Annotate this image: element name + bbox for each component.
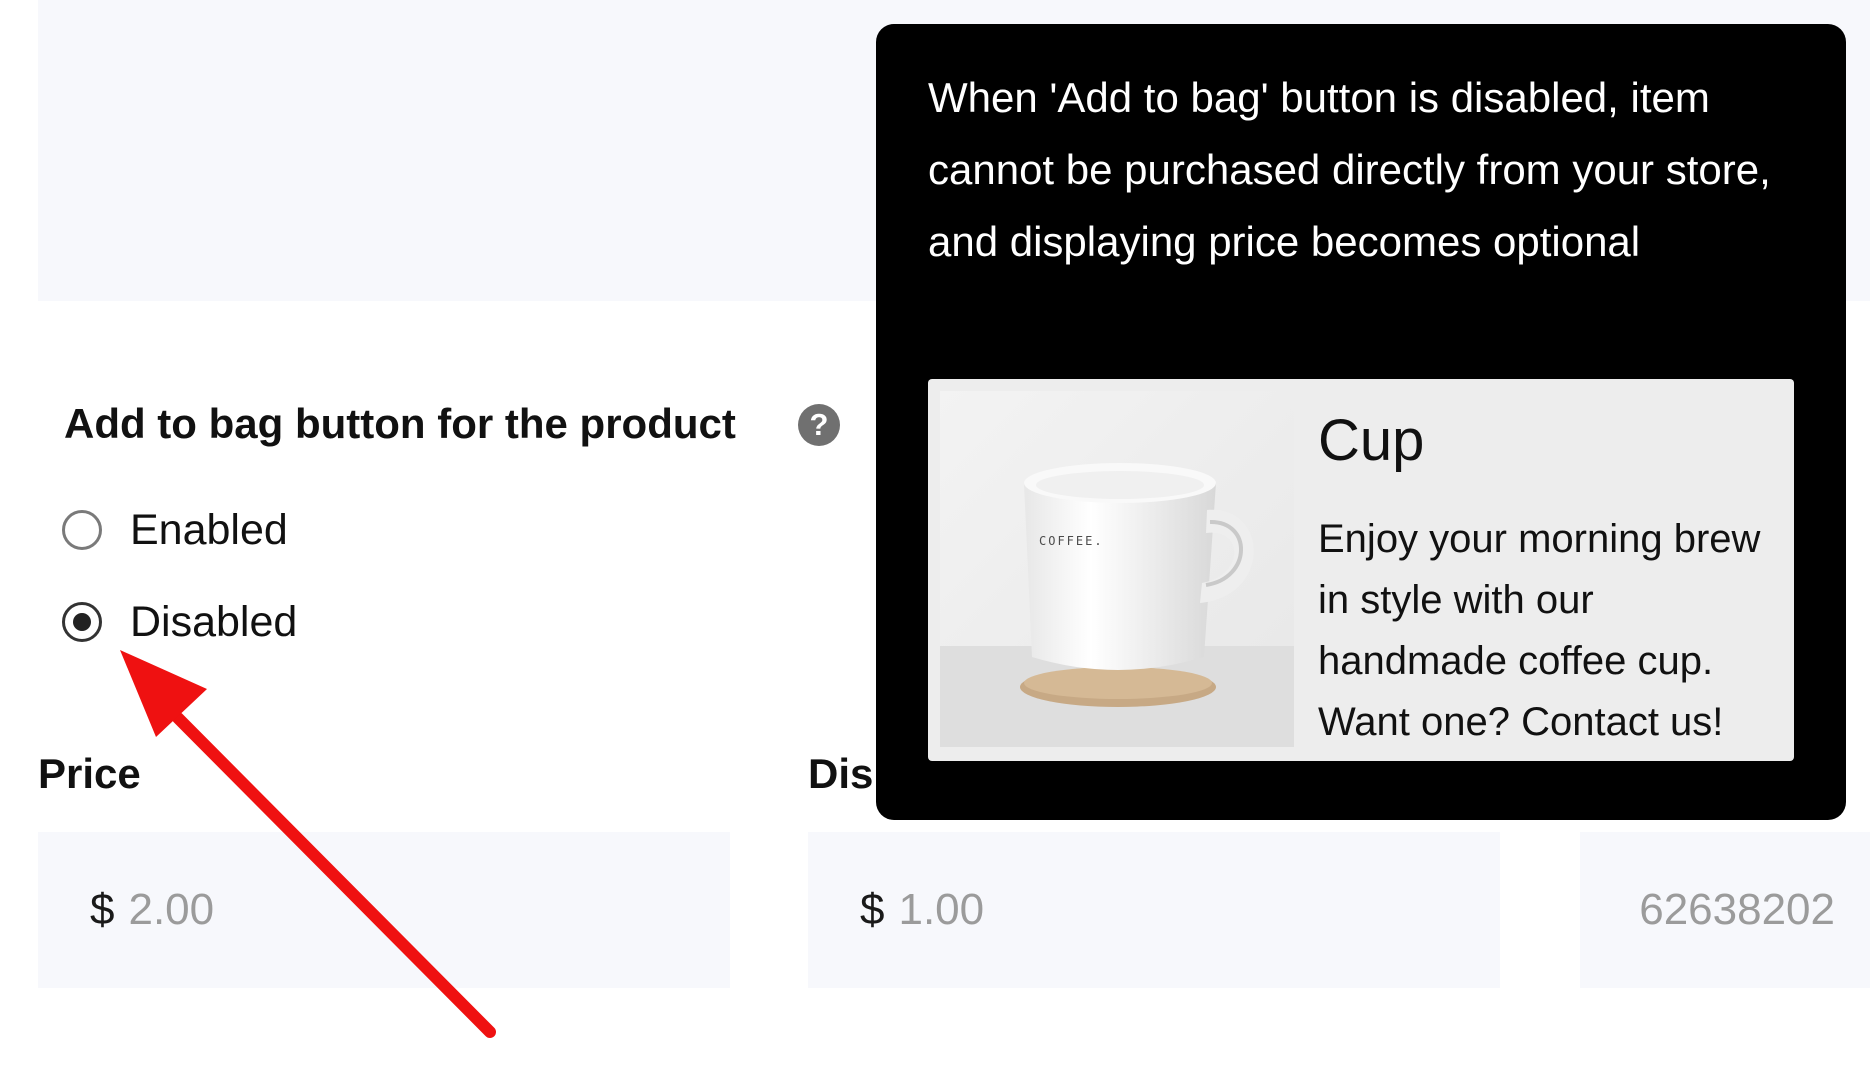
tooltip-description: When 'Add to bag' button is disabled, it… xyxy=(928,74,1771,265)
add-to-bag-section-title: Add to bag button for the product xyxy=(64,400,736,447)
product-code-value: 62638202 xyxy=(1639,885,1835,934)
disabled-radio-label[interactable]: Disabled xyxy=(130,598,297,647)
help-icon[interactable]: ? xyxy=(798,404,840,446)
discount-price-input[interactable]: $ 1.00 xyxy=(808,832,1500,988)
disabled-radio-option[interactable]: Disabled xyxy=(62,592,297,652)
preview-product-title: Cup xyxy=(1318,408,1425,473)
preview-product-description: Enjoy your morning brew in style with ou… xyxy=(1318,517,1761,744)
price-currency-symbol: $ xyxy=(90,885,115,934)
disabled-radio-icon[interactable] xyxy=(62,602,102,642)
enabled-radio-label[interactable]: Enabled xyxy=(130,506,288,555)
price-value: 2.00 xyxy=(128,885,215,934)
enabled-radio-icon[interactable] xyxy=(62,510,102,550)
discount-field-label: Dis xyxy=(808,750,874,797)
discount-price-value: 1.00 xyxy=(898,885,985,934)
coffee-cup-illustration: COFFEE. xyxy=(940,391,1294,747)
product-preview-card: COFFEE. Cup Enjoy your morning brew in s… xyxy=(928,379,1794,761)
coffee-cup-image: COFFEE. xyxy=(940,391,1294,747)
product-code-input[interactable]: 62638202 xyxy=(1580,832,1870,988)
add-to-bag-help-tooltip: When 'Add to bag' button is disabled, it… xyxy=(876,24,1846,820)
cup-printed-text: COFFEE. xyxy=(1039,534,1104,548)
price-field-label: Price xyxy=(38,750,141,797)
enabled-radio-option[interactable]: Enabled xyxy=(62,500,288,560)
discount-currency-symbol: $ xyxy=(860,885,885,934)
price-input[interactable]: $ 2.00 xyxy=(38,832,730,988)
